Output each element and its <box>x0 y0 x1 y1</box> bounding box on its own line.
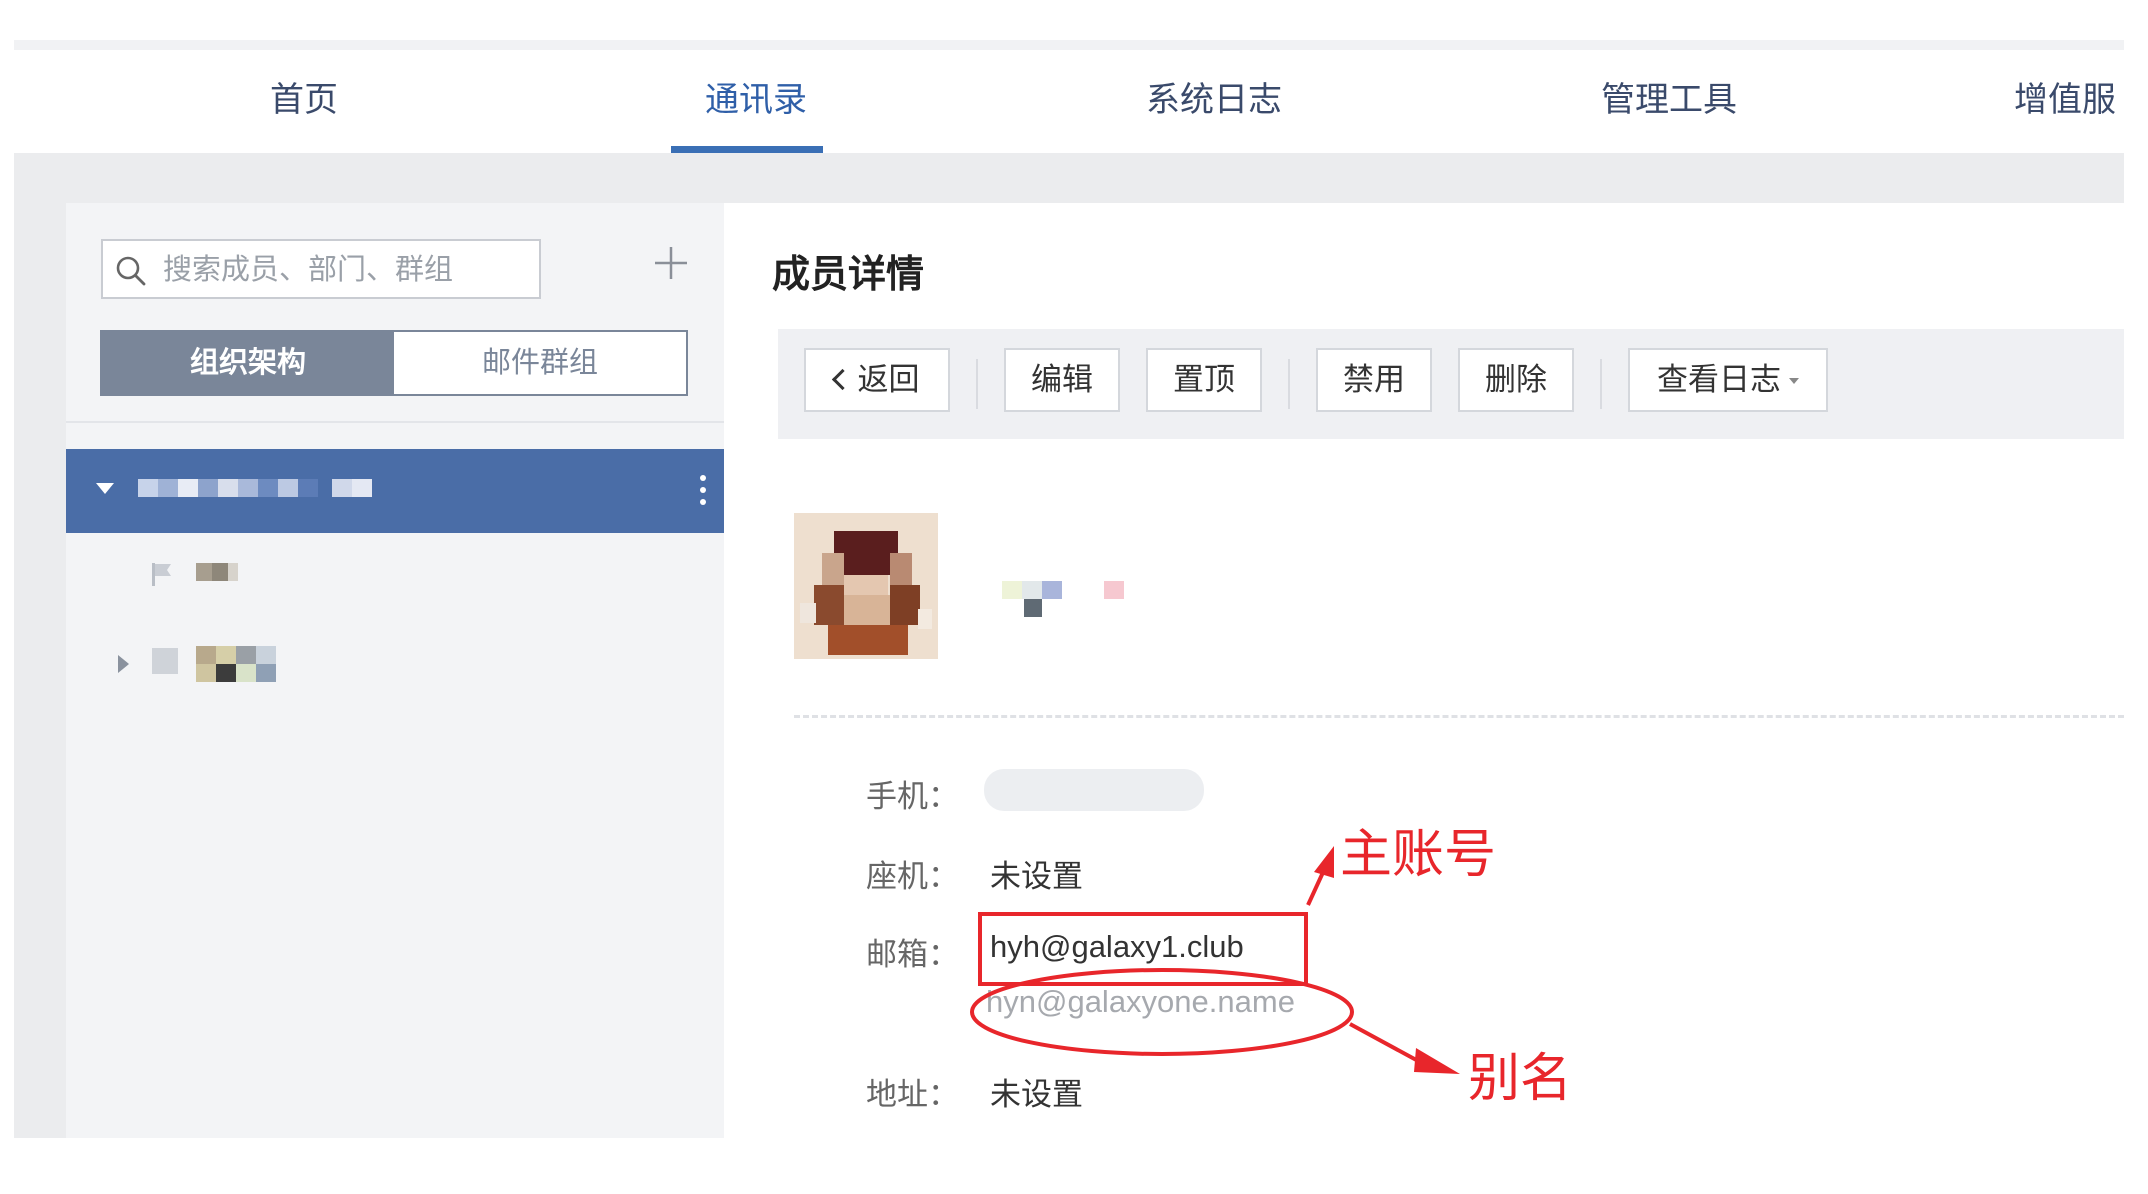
alias-ellipse <box>970 968 1354 1056</box>
alias-arrow-line <box>1349 1022 1421 1064</box>
annotation-overlay <box>970 846 1460 1074</box>
alias-annotation: 别名 <box>1468 1051 1573 1108</box>
primary-account-annotation: 主账号 <box>1340 827 1497 884</box>
alias-arrow-head <box>1414 1048 1460 1074</box>
primary-arrow-head <box>1314 846 1334 878</box>
